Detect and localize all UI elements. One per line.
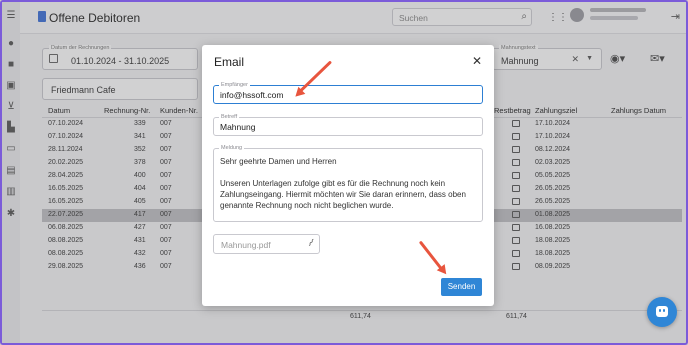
message-label: Meldung: [219, 145, 245, 151]
subject-label: Betreff: [219, 114, 240, 120]
subject-field[interactable]: Betreff Mahnung: [213, 114, 483, 136]
recipient-value: info@hssoft.com: [220, 90, 284, 100]
subject-value: Mahnung: [220, 122, 256, 132]
chat-support-button[interactable]: [647, 297, 677, 327]
message-text: Sehr geehrte Damen und Herren Unseren Un…: [220, 156, 482, 222]
recipient-field[interactable]: Empfänger info@hssoft.com: [213, 82, 483, 104]
bot-icon: [656, 306, 668, 317]
message-field[interactable]: Meldung Sehr geehrte Damen und Herren Un…: [213, 145, 483, 222]
message-greeting: Sehr geehrte Damen und Herren: [220, 157, 337, 166]
message-body: Unseren Unterlagen zufolge gibt es für d…: [220, 179, 466, 210]
recipient-label: Empfänger: [219, 82, 250, 88]
app-window: ☰ ● ■ ▣ ⊻ ▙ ▭ ▤ ▥ ✱ Offene Debitoren Suc…: [0, 0, 688, 345]
close-icon[interactable]: ✕: [472, 54, 482, 68]
dialog-title: Email: [214, 55, 245, 69]
email-dialog: Email ✕ Empfänger info@hssoft.com Betref…: [202, 45, 494, 306]
paperclip-icon[interactable]: ⌇: [305, 238, 315, 250]
send-button[interactable]: Senden: [441, 278, 482, 296]
attachment-field[interactable]: Mahnung.pdf ⌇: [213, 234, 320, 254]
attachment-name: Mahnung.pdf: [221, 240, 271, 250]
